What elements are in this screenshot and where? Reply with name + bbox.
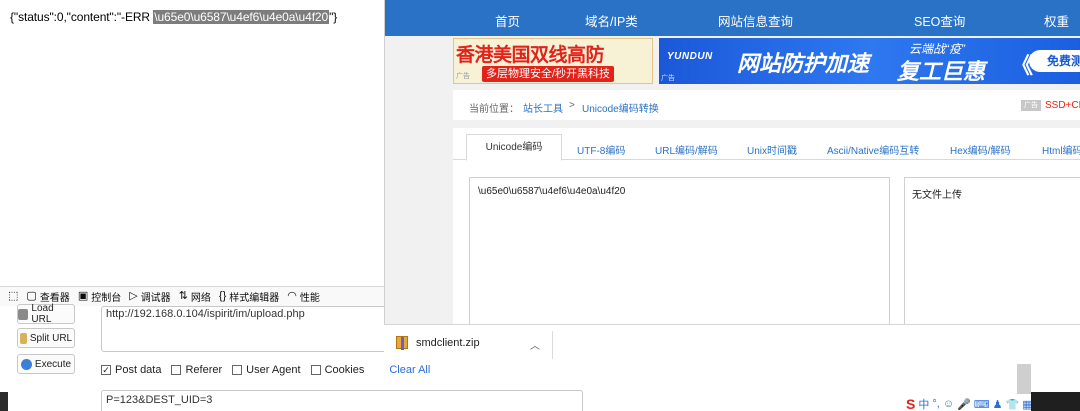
system-tray <box>1031 392 1080 411</box>
performance-icon: ◠ <box>287 290 297 302</box>
ssd-promo-link[interactable]: SSD+CN <box>1045 100 1080 111</box>
console-icon: ▣ <box>77 290 89 302</box>
ad-banner-hosting[interactable]: 香港美国双线高防 多层物理安全/秒开黑科技 广告 <box>453 38 653 84</box>
breadcrumb: 当前位置： 站长工具 > Unicode编码转换 广告 SSD+CN <box>453 90 1080 120</box>
microphone-icon[interactable]: 🎤 <box>957 398 971 411</box>
tab-utf8[interactable]: UTF-8编码 <box>577 142 625 157</box>
load-url-button[interactable]: Load URL <box>17 303 75 325</box>
user-icon[interactable]: ♟ <box>993 398 1003 411</box>
response-suffix: "} <box>329 10 338 24</box>
emoji-icon[interactable]: ☺ <box>943 398 954 410</box>
devtools-tab-console[interactable]: ▣ 控制台 <box>77 289 121 305</box>
split-url-button[interactable]: Split URL <box>17 328 75 348</box>
ad-tag: 广告 <box>1021 100 1041 111</box>
chinese-mode-icon[interactable]: 中 <box>918 396 929 411</box>
ad-banners: 香港美国双线高防 多层物理安全/秒开黑科技 广告 YUNDUN 网站防护加速 云… <box>453 38 1080 84</box>
checkbox-checked-icon: ✓ <box>101 365 111 375</box>
clear-all-link[interactable]: Clear All <box>389 364 430 376</box>
tool-site-window: 首页 域名/IP类 网站信息查询 SEO查询 权重 香港美国双线高防 多层物理安… <box>384 0 1080 324</box>
devtools-tab-style-editor[interactable]: {} 样式编辑器 <box>218 289 279 305</box>
tab-html[interactable]: Html编码 <box>1042 142 1080 157</box>
ime-toolbar: S 中 °, ☺ 🎤 ⌨ ♟ 👕 ▦ <box>906 396 1033 411</box>
split-url-icon <box>19 332 27 344</box>
screen: {"status":0,"content":"-ERR \u65e0\u6587… <box>0 0 1080 411</box>
nav-item-domain-ip[interactable]: 域名/IP类 <box>585 11 638 30</box>
scrollbar[interactable] <box>1017 364 1031 394</box>
nav-item-home[interactable]: 首页 <box>495 11 520 30</box>
chevron-up-icon[interactable]: ︿ <box>530 337 540 352</box>
nav-item-seo[interactable]: SEO查询 <box>914 11 965 30</box>
keyboard-icon[interactable]: ⌨ <box>974 398 990 411</box>
network-icon: ⇅ <box>178 290 188 302</box>
referer-checkbox[interactable]: Referer <box>171 364 222 376</box>
devtools-tab-inspector[interactable]: ▢ 查看器 <box>26 289 69 305</box>
breadcrumb-separator: > <box>569 100 575 111</box>
download-filename: smdclient.zip <box>416 336 480 349</box>
response-text: {"status":0,"content":"-ERR \u65e0\u6587… <box>10 10 337 24</box>
decoded-output-box[interactable]: 无文件上传 <box>904 177 1080 324</box>
devtools-tab-performance[interactable]: ◠ 性能 <box>287 289 320 305</box>
ad-banner-yundun[interactable]: YUNDUN 网站防护加速 云端战“疫” 复工巨惠 《 免费测 广告 <box>659 38 1080 84</box>
taskbar-edge <box>0 392 8 411</box>
tab-unicode[interactable]: Unicode编码 <box>466 134 562 161</box>
tab-unix-time[interactable]: Unix时间戳 <box>747 142 797 157</box>
download-item[interactable]: smdclient.zip <box>396 336 480 350</box>
tab-ascii-native[interactable]: Ascii/Native编码互转 <box>827 142 919 157</box>
nav-item-weight[interactable]: 权重 <box>1044 11 1069 30</box>
site-top-nav: 首页 域名/IP类 网站信息查询 SEO查询 权重 <box>385 0 1080 36</box>
tool-panel: Unicode编码 UTF-8编码 URL编码/解码 Unix时间戳 Ascii… <box>453 128 1080 324</box>
tab-hex[interactable]: Hex编码/解码 <box>950 142 1011 157</box>
tab-url-encode[interactable]: URL编码/解码 <box>655 142 718 157</box>
pick-element-icon: ⬚ <box>8 290 19 302</box>
free-trial-button[interactable]: 免费测 <box>1029 50 1080 72</box>
debugger-icon: ▷ <box>129 290 138 302</box>
style-editor-icon: {} <box>218 290 227 302</box>
unicode-input-box[interactable]: \u65e0\u6587\u4ef6\u4e0a\u4f20 <box>469 177 890 324</box>
cookies-checkbox[interactable]: Cookies <box>310 364 364 376</box>
encoding-tabs: Unicode编码 UTF-8编码 URL编码/解码 Unix时间戳 Ascii… <box>453 128 1080 161</box>
user-agent-checkbox[interactable]: User Agent <box>232 364 301 376</box>
sogou-logo-icon[interactable]: S <box>906 396 915 411</box>
post-data-checkbox[interactable]: ✓ Post data <box>101 364 161 376</box>
download-bar: smdclient.zip ︿ <box>384 324 1080 364</box>
breadcrumb-home-link[interactable]: 站长工具 <box>523 100 563 115</box>
divider <box>552 331 553 359</box>
load-url-icon <box>18 308 29 320</box>
execute-button[interactable]: Execute <box>17 354 75 374</box>
yundun-logo: YUNDUN <box>667 51 713 62</box>
zip-file-icon <box>396 336 408 350</box>
breadcrumb-current[interactable]: Unicode编码转换 <box>582 100 659 115</box>
response-selected-text[interactable]: \u65e0\u6587\u4ef6\u4e0a\u4f20 <box>153 10 330 24</box>
inspector-icon: ▢ <box>26 290 37 302</box>
post-data-field[interactable]: P=123&DEST_UID=3 <box>101 390 583 411</box>
devtools-pick-element[interactable]: ⬚ <box>8 291 18 302</box>
breadcrumb-label: 当前位置： <box>469 104 519 115</box>
devtools-tab-debugger[interactable]: ▷ 调试器 <box>129 289 170 305</box>
response-prefix: {"status":0,"content":"-ERR <box>10 10 154 24</box>
skin-icon[interactable]: 👕 <box>1006 398 1020 411</box>
hackbar-options: ✓ Post data Referer User Agent Cookies Cl… <box>101 364 430 376</box>
devtools-tab-network[interactable]: ⇅ 网络 <box>178 289 211 305</box>
execute-icon <box>20 358 32 370</box>
nav-item-site-info[interactable]: 网站信息查询 <box>718 11 793 30</box>
punctuation-icon[interactable]: °, <box>932 398 939 410</box>
